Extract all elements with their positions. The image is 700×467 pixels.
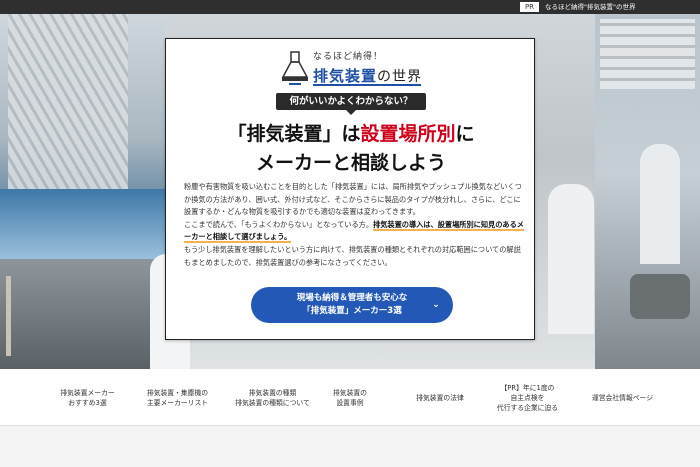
logo-name-main: 排気装置 [313,67,378,85]
nav-item-company[interactable]: 運営会社情報ページ [575,369,670,426]
spray-gun-image [630,274,690,319]
nav-item-maker-list[interactable]: 排気装置・集塵機の 主要メーカーリスト [130,369,225,426]
body-paragraph-2: ここまで読んで、「もうよくわからない」となっている方。排気装置の導入は、設置場所… [184,219,524,244]
logo-name: 排気装置の世界 [313,65,422,86]
nav-item-label: 運営会社情報ページ [591,393,654,402]
global-nav: 排気装置メーカー おすすめ3選 排気装置・集塵機の 主要メーカーリスト 排気装置… [0,369,700,426]
site-logo[interactable]: なるほど納得！ 排気装置の世界 [281,45,431,93]
sky-image [0,189,165,259]
headline-part: 「排気装置」は [227,123,361,145]
chimney-image [6,276,11,356]
body-paragraph-3: もう少し排気装置を理解したいという方に向けて、排気装置の種類とそれぞれの対応範囲… [184,244,521,267]
body-paragraph-2-lead: ここまで読んで、「もうよくわからない」となっている方。 [184,219,374,229]
pr-badge: PR [520,2,539,12]
cta-line-1: 現場も納得＆管理者も安心な [296,293,408,303]
headline-highlight: 設置場所別 [360,123,456,145]
top-bar: PR なるほど納得"排気装置"の世界 [0,0,700,14]
nav-item-pr-inspection[interactable]: 【PR】年に1度の 自主点検を 代行する企業に迫る [480,369,575,426]
chevron-down-icon: ⌄ [432,300,440,310]
headline-line-2: メーカーと相談しよう [255,152,446,174]
duct-image [8,14,128,189]
cta-line-2: 「排気装置」メーカー3選 [302,306,402,316]
subhead-question: 何がいいかよくわからない？ [276,93,426,115]
nav-item-law[interactable]: 排気装置の法律 [395,369,485,426]
exhaust-pipe-image [640,144,680,264]
exhaust-hood-icon [281,51,309,85]
logo-underline [313,84,421,86]
logo-name-suffix: の世界 [377,69,423,85]
page-content-area [0,426,700,467]
intro-body: 粉塵や有害物質を吸い込むことを目的とした「排気装置」には、局所排気やプッシュプル… [184,181,524,269]
main-headline: 「排気装置」は設置場所別に メーカーと相談しよう [166,120,536,178]
worker-suit-image [548,184,594,334]
recommended-makers-button[interactable]: 現場も納得＆管理者も安心な 「排気装置」メーカー3選 ⌄ [251,287,453,323]
plant-image [0,259,165,369]
nav-item-label: 【PR】年に1度の 自主点検を 代行する企業に迫る [496,383,559,412]
nav-item-label: 排気装置メーカー おすすめ3選 [60,388,115,407]
headline-part: に [455,123,475,145]
nav-item-label: 排気装置の種類 排気装置の種類について [235,388,310,407]
nav-item-label: 排気装置・集塵機の 主要メーカーリスト [146,388,209,407]
nav-item-recommended[interactable]: 排気装置メーカー おすすめ3選 [40,369,135,426]
nav-item-cases[interactable]: 排気装置の 設置事例 [310,369,390,426]
intro-card: なるほど納得！ 排気装置の世界 何がいいかよくわからない？ 「排気装置」は設置場… [165,38,535,340]
site-tagline[interactable]: なるほど納得"排気装置"の世界 [545,2,635,12]
nav-item-label: 排気装置の法律 [416,393,464,402]
body-paragraph-1: 粉塵や有害物質を吸い込むことを目的とした「排気装置」には、局所排気やプッシュプル… [184,182,522,217]
ceiling-duct-image [600,19,695,89]
logo-tagline: なるほど納得！ [313,52,384,62]
nav-item-label: 排気装置の 設置事例 [333,388,367,407]
